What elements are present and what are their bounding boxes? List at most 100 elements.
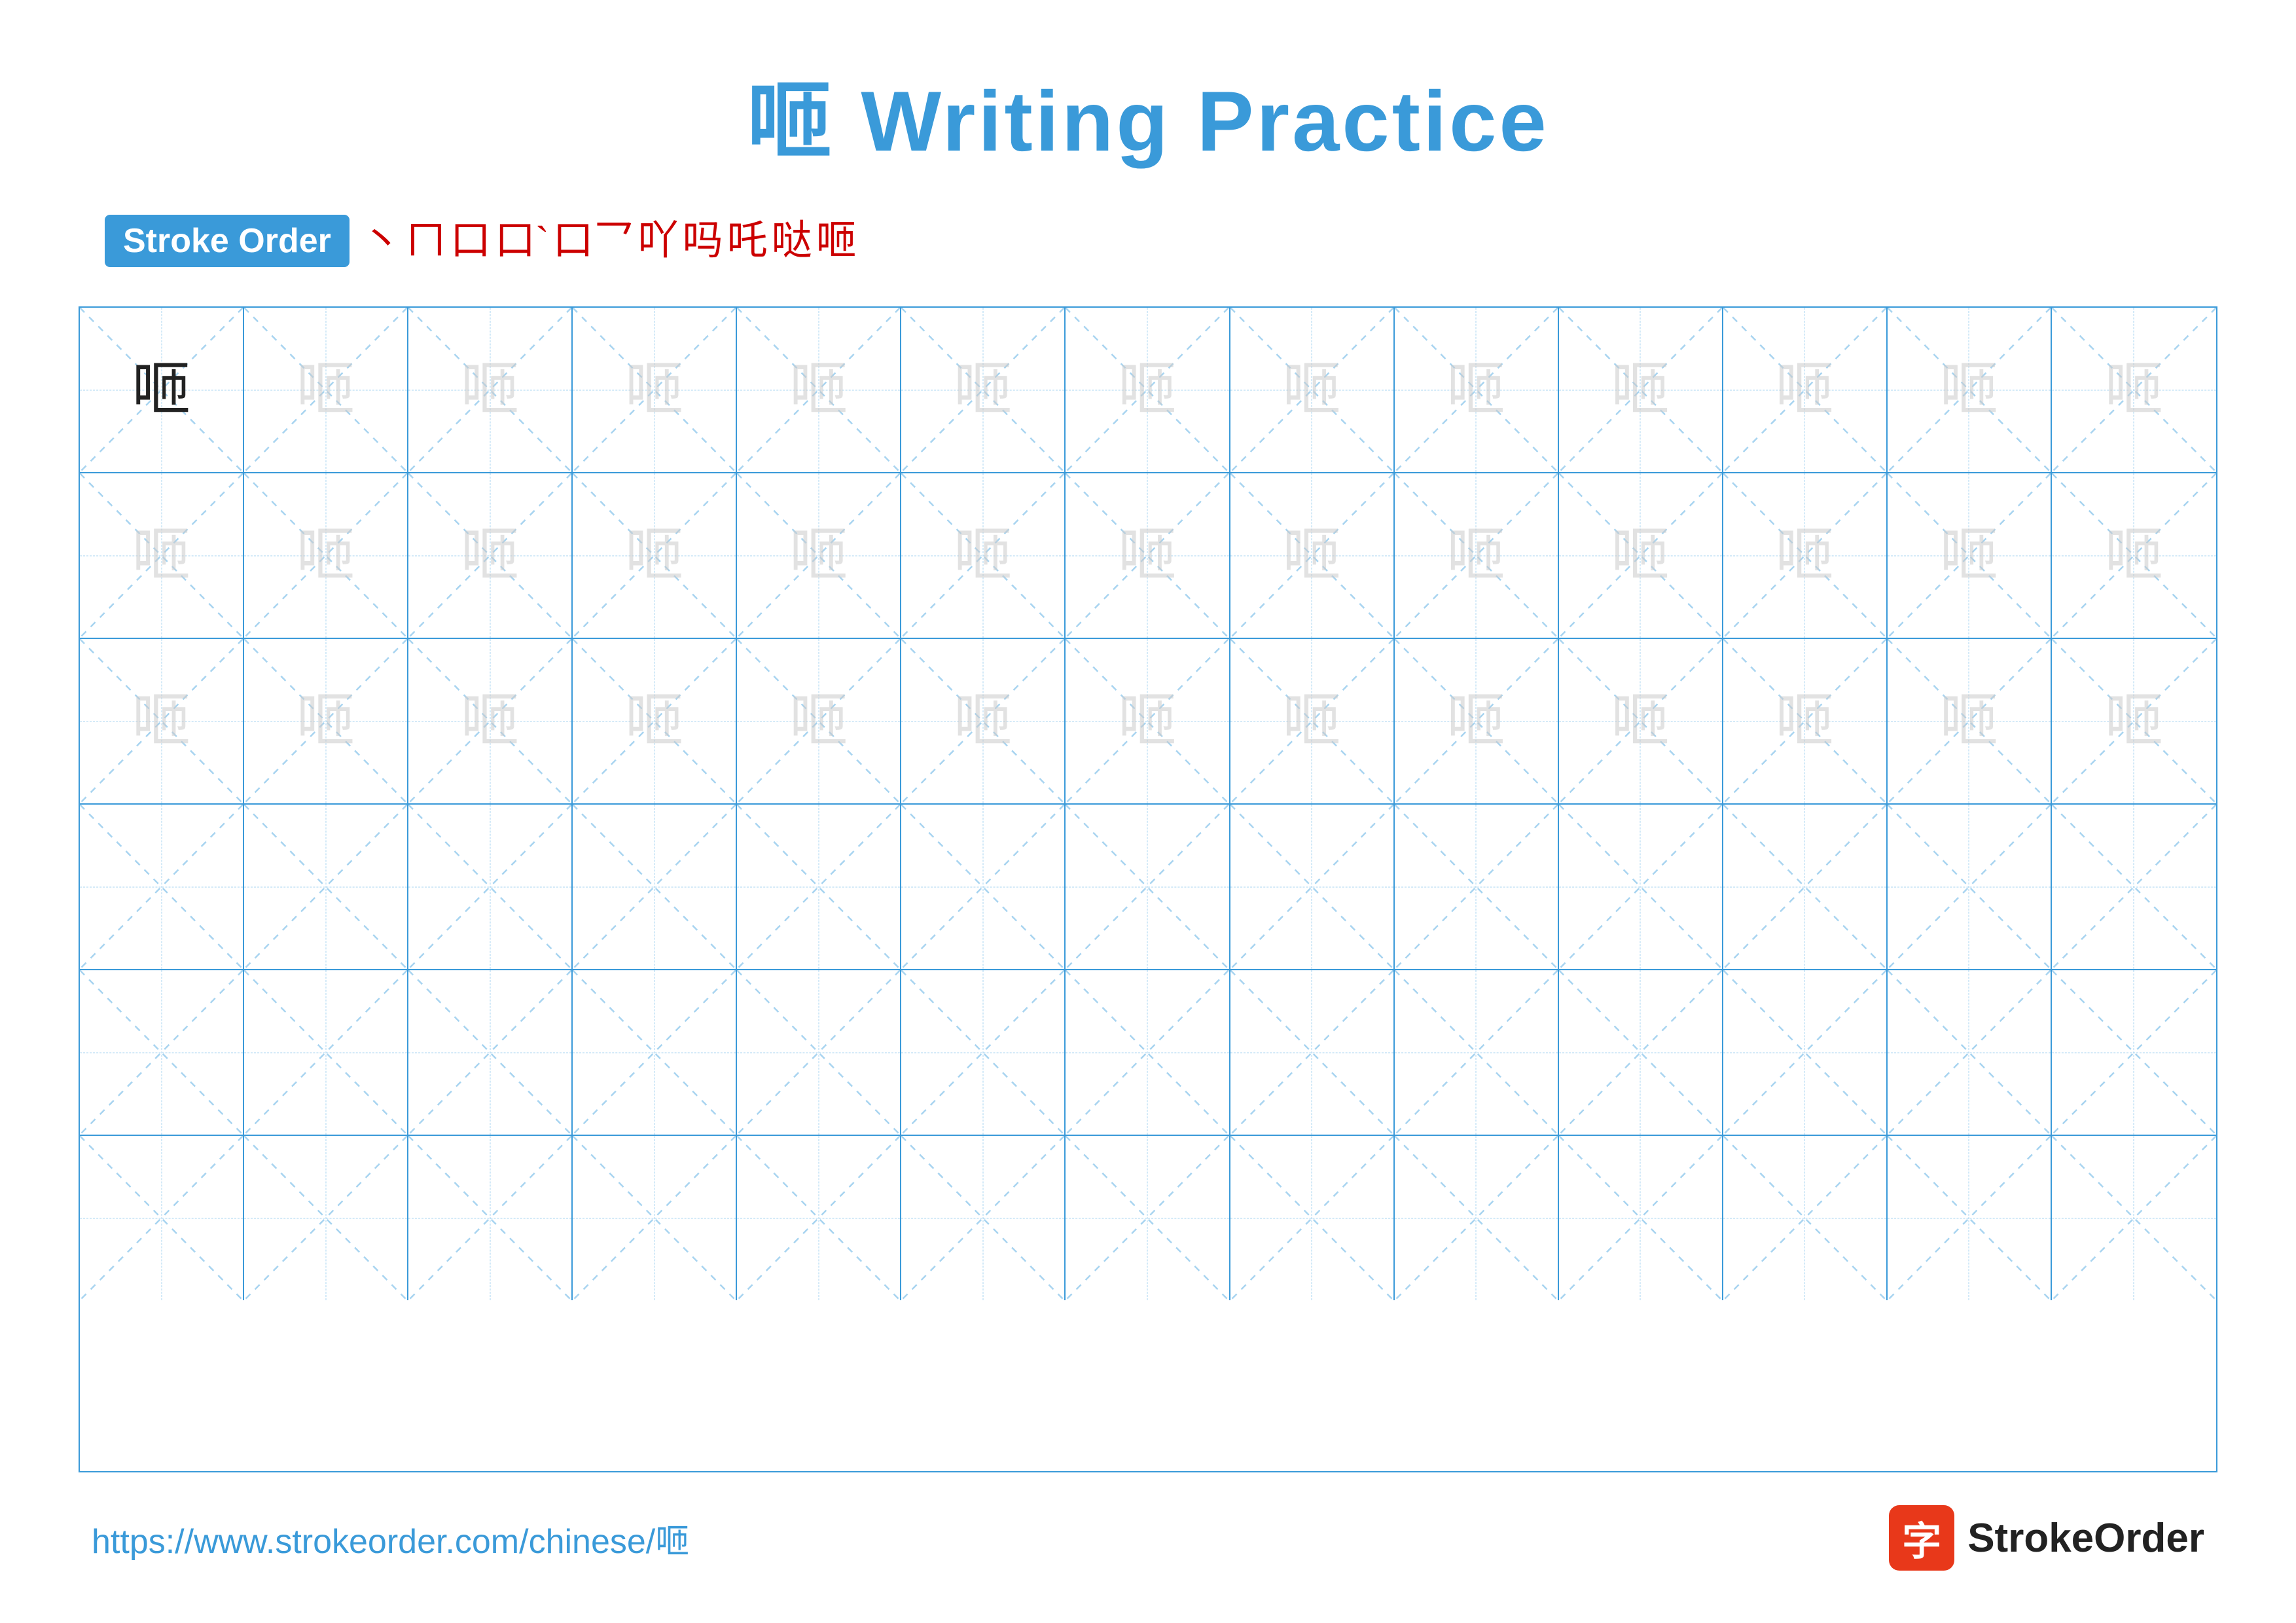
cell-character: 咂	[132, 361, 191, 420]
grid-cell[interactable]: 咂	[408, 639, 573, 803]
footer-logo-icon: 字	[1889, 1505, 1954, 1571]
footer-url[interactable]: https://www.strokeorder.com/chinese/咂	[92, 1514, 689, 1563]
grid-cell[interactable]	[1066, 970, 1230, 1135]
grid-cell[interactable]	[244, 970, 408, 1135]
grid-cell[interactable]	[408, 805, 573, 969]
grid-cell[interactable]: 咂	[1395, 639, 1559, 803]
cell-character: 咂	[296, 361, 355, 420]
cell-character: 咂	[461, 526, 520, 585]
grid-cell[interactable]: 咂	[573, 308, 737, 472]
grid-cell[interactable]: 咂	[1723, 639, 1888, 803]
grid-cell[interactable]: 咂	[2052, 473, 2216, 638]
grid-cell[interactable]	[1888, 805, 2052, 969]
stroke-step: 哒	[772, 221, 812, 261]
grid-cell[interactable]: 咂	[737, 639, 901, 803]
grid-cell[interactable]	[901, 805, 1066, 969]
grid-cell[interactable]: 咂	[1066, 473, 1230, 638]
grid-cell[interactable]: 咂	[1888, 639, 2052, 803]
grid-cell[interactable]	[737, 805, 901, 969]
grid-cell[interactable]	[1230, 970, 1395, 1135]
cell-character: 咂	[789, 692, 848, 751]
grid-cell[interactable]	[901, 1136, 1066, 1300]
grid-cell[interactable]	[1888, 970, 2052, 1135]
grid-cell[interactable]: 咂	[244, 639, 408, 803]
grid-cell[interactable]	[2052, 805, 2216, 969]
grid-cell[interactable]	[1395, 805, 1559, 969]
grid-cell[interactable]	[2052, 970, 2216, 1135]
grid-cell[interactable]: 咂	[1723, 473, 1888, 638]
grid-cell[interactable]: 咂	[2052, 639, 2216, 803]
grid-cell[interactable]	[1395, 970, 1559, 1135]
grid-cell[interactable]: 咂	[573, 473, 737, 638]
grid-cell[interactable]: 咂	[244, 473, 408, 638]
footer: https://www.strokeorder.com/chinese/咂 字 …	[79, 1505, 2217, 1571]
cell-character: 咂	[1775, 692, 1834, 751]
grid-cell[interactable]: 咂	[901, 308, 1066, 472]
grid-cell[interactable]: 咂	[901, 639, 1066, 803]
grid-cell[interactable]	[1230, 1136, 1395, 1300]
grid-cell[interactable]	[737, 970, 901, 1135]
grid-cell[interactable]	[573, 805, 737, 969]
grid-row[interactable]: 咂 咂 咂 咂 咂 咂 咂 咂 咂 咂	[80, 639, 2216, 805]
grid-cell[interactable]	[1559, 1136, 1723, 1300]
cell-character: 咂	[1446, 692, 1505, 751]
stroke-order-row: Stroke Order 丶ㄇ口口`口乛吖吗吒哒咂	[105, 215, 857, 267]
grid-cell[interactable]	[573, 1136, 737, 1300]
grid-cell[interactable]: 咂	[1230, 308, 1395, 472]
grid-cell[interactable]: 咂	[1888, 308, 2052, 472]
grid-cell[interactable]: 咂	[1723, 308, 1888, 472]
grid-cell[interactable]: 咂	[80, 308, 244, 472]
grid-cell[interactable]	[1395, 1136, 1559, 1300]
grid-cell[interactable]: 咂	[80, 473, 244, 638]
grid-cell[interactable]	[80, 805, 244, 969]
grid-cell[interactable]: 咂	[1559, 308, 1723, 472]
grid-cell[interactable]: 咂	[737, 473, 901, 638]
cell-character: 咂	[2104, 526, 2163, 585]
grid-cell[interactable]: 咂	[1066, 308, 1230, 472]
grid-cell[interactable]	[573, 970, 737, 1135]
grid-cell[interactable]: 咂	[1395, 473, 1559, 638]
grid-cell[interactable]	[1230, 805, 1395, 969]
grid-cell[interactable]: 咂	[1888, 473, 2052, 638]
grid-cell[interactable]	[80, 1136, 244, 1300]
grid-row[interactable]	[80, 805, 2216, 970]
grid-cell[interactable]: 咂	[1230, 473, 1395, 638]
grid-cell[interactable]	[408, 970, 573, 1135]
grid-row[interactable]	[80, 970, 2216, 1136]
grid-cell[interactable]	[80, 970, 244, 1135]
grid-cell[interactable]: 咂	[1230, 639, 1395, 803]
cell-character: 咂	[2104, 361, 2163, 420]
grid-cell[interactable]	[1559, 805, 1723, 969]
grid-cell[interactable]	[244, 1136, 408, 1300]
grid-cell[interactable]: 咂	[408, 473, 573, 638]
grid-cell[interactable]	[737, 1136, 901, 1300]
grid-cell[interactable]	[1066, 805, 1230, 969]
grid-cell[interactable]	[1066, 1136, 1230, 1300]
grid-cell[interactable]	[1888, 1136, 2052, 1300]
grid-cell[interactable]	[408, 1136, 573, 1300]
grid-cell[interactable]	[1723, 805, 1888, 969]
grid-row[interactable]	[80, 1136, 2216, 1300]
grid-cell[interactable]: 咂	[408, 308, 573, 472]
cell-character: 咂	[1611, 526, 1670, 585]
grid-cell[interactable]	[1559, 970, 1723, 1135]
grid-cell[interactable]: 咂	[1559, 639, 1723, 803]
grid-cell[interactable]: 咂	[80, 639, 244, 803]
stroke-step: 咂	[816, 221, 857, 261]
grid-cell[interactable]	[2052, 1136, 2216, 1300]
grid-row[interactable]: 咂 咂 咂 咂 咂 咂 咂 咂 咂 咂	[80, 473, 2216, 639]
grid-cell[interactable]: 咂	[244, 308, 408, 472]
grid-cell[interactable]: 咂	[737, 308, 901, 472]
grid-cell[interactable]: 咂	[573, 639, 737, 803]
cell-character: 咂	[1282, 526, 1341, 585]
grid-cell[interactable]	[1723, 970, 1888, 1135]
grid-cell[interactable]	[244, 805, 408, 969]
grid-cell[interactable]: 咂	[1395, 308, 1559, 472]
grid-cell[interactable]: 咂	[901, 473, 1066, 638]
grid-cell[interactable]: 咂	[1066, 639, 1230, 803]
grid-cell[interactable]: 咂	[2052, 308, 2216, 472]
grid-cell[interactable]	[1723, 1136, 1888, 1300]
grid-cell[interactable]	[901, 970, 1066, 1135]
grid-row[interactable]: 咂 咂 咂 咂 咂 咂 咂 咂 咂 咂	[80, 308, 2216, 473]
grid-cell[interactable]: 咂	[1559, 473, 1723, 638]
